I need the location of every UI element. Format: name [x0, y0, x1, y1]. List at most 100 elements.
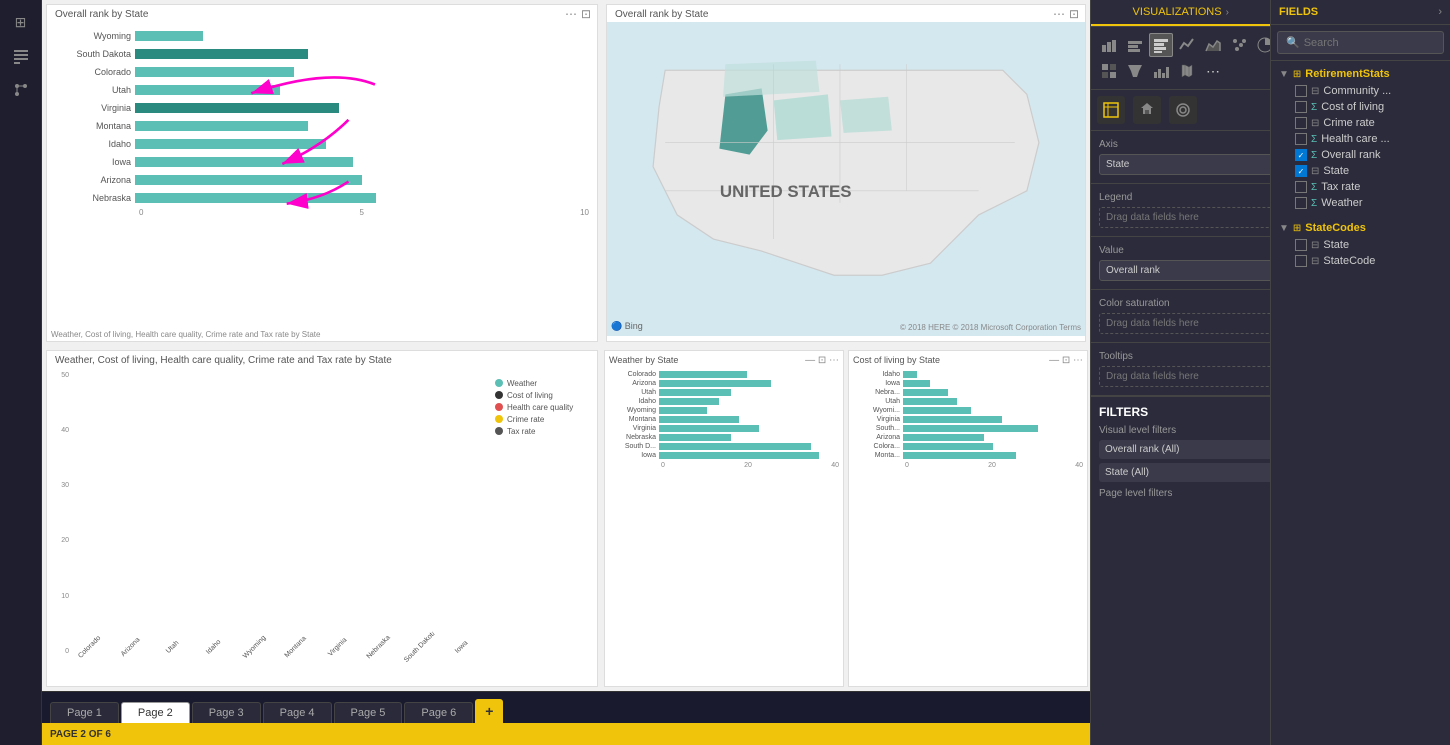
field-checkbox[interactable] — [1295, 255, 1307, 267]
field-checkbox[interactable]: ✓ — [1295, 165, 1307, 177]
cost-bar-label: South... — [853, 425, 903, 432]
fields-search-input[interactable] — [1304, 37, 1446, 49]
page-tab[interactable]: Page 3 — [192, 702, 261, 723]
legend-item: Tax rate — [495, 427, 589, 436]
search-icon: 🔍 — [1286, 36, 1300, 49]
hbar-fill — [135, 103, 339, 113]
viz-scatter[interactable] — [1227, 33, 1251, 57]
hbar-label: Wyoming — [55, 31, 135, 41]
hbar-container — [135, 174, 589, 186]
field-item[interactable]: Σ Tax rate — [1279, 179, 1442, 195]
page-tab[interactable]: Page 2 — [121, 702, 190, 723]
viz-map-filled[interactable] — [1175, 59, 1199, 83]
field-group-header[interactable]: ▼ ⊞ StateCodes — [1279, 219, 1442, 237]
group-table-icon: ⊞ — [1293, 223, 1301, 234]
hbar-row: Montana — [55, 118, 589, 134]
cost-bar-row: Colora... — [853, 443, 1083, 451]
field-checkbox[interactable]: ✓ — [1295, 149, 1307, 161]
data-icon[interactable] — [7, 42, 35, 70]
fields-panel-arrow[interactable]: › — [1438, 6, 1442, 18]
fields-panel: FIELDS › 🔍 ▼ ⊞ RetirementStats ⊟ Communi… — [1270, 0, 1450, 745]
weather-bar-label: Utah — [609, 389, 659, 396]
page-tabs: Page 1Page 2Page 3Page 4Page 5Page 6+ — [42, 691, 1090, 723]
hbar-container — [135, 84, 589, 96]
viz-stacked-bar[interactable] — [1097, 33, 1121, 57]
weather-bar-container — [659, 452, 839, 460]
weather-bar-label: Wyoming — [609, 407, 659, 414]
viz-line[interactable] — [1175, 33, 1199, 57]
weather-chart: Weather by State — ⊡ ⋯ Colorado Arizona … — [604, 350, 844, 688]
group-expand-icon: ▼ — [1279, 69, 1289, 80]
weather-bar-label: Virginia — [609, 425, 659, 432]
viz-format-ctrl[interactable] — [1133, 96, 1161, 124]
horiz-bar-chart: ⋯ ⊡ Overall rank by State Wyoming South … — [46, 4, 598, 342]
field-item[interactable]: Σ Weather — [1279, 195, 1442, 211]
field-item[interactable]: ✓ ⊟ State — [1279, 163, 1442, 179]
viz-fields-ctrl[interactable] — [1097, 96, 1125, 124]
field-checkbox[interactable] — [1295, 181, 1307, 193]
map-chart-expand[interactable]: ⊡ — [1069, 7, 1079, 21]
report-icon[interactable]: ⊞ — [7, 8, 35, 36]
page-tab[interactable]: Page 1 — [50, 702, 119, 723]
field-checkbox[interactable] — [1295, 117, 1307, 129]
hbar-row: Wyoming — [55, 28, 589, 44]
field-label: Community ... — [1323, 85, 1391, 97]
visualizations-tab[interactable]: VISUALIZATIONS › — [1091, 0, 1271, 26]
field-checkbox[interactable] — [1295, 133, 1307, 145]
viz-area[interactable] — [1201, 33, 1225, 57]
field-item[interactable]: Σ Cost of living — [1279, 99, 1442, 115]
field-item[interactable]: ⊟ Community ... — [1279, 83, 1442, 99]
field-type-icon: ⊟ — [1311, 166, 1319, 177]
field-checkbox[interactable] — [1295, 197, 1307, 209]
field-type-icon: Σ — [1311, 102, 1317, 113]
viz-bar[interactable] — [1123, 33, 1147, 57]
field-group-header[interactable]: ▼ ⊞ RetirementStats — [1279, 65, 1442, 83]
chart-menu-icon[interactable]: ⋯ — [565, 7, 577, 21]
fields-list: ▼ ⊞ RetirementStats ⊟ Community ... Σ Co… — [1271, 61, 1450, 273]
field-type-icon: Σ — [1311, 150, 1317, 161]
fields-search-area: 🔍 — [1271, 25, 1450, 61]
cost-chart-controls[interactable]: — ⊡ ⋯ — [1049, 355, 1083, 366]
weather-bar-container — [659, 398, 839, 406]
weather-bar-row: Idaho — [609, 398, 839, 406]
weather-chart-controls[interactable]: — ⊡ ⋯ — [805, 355, 839, 366]
weather-bar-row: Nebraska — [609, 434, 839, 442]
cost-bar-label: Idaho — [853, 371, 903, 378]
hbar-fill — [135, 49, 308, 59]
page-tab[interactable]: Page 6 — [404, 702, 473, 723]
map-chart-menu[interactable]: ⋯ — [1053, 7, 1065, 21]
field-group-name: RetirementStats — [1305, 68, 1389, 80]
viz-expand-arrow[interactable]: › — [1226, 7, 1229, 18]
cost-chart: Cost of living by State — ⊡ ⋯ Idaho Iowa… — [848, 350, 1088, 688]
field-checkbox[interactable] — [1295, 239, 1307, 251]
legend-label: Tax rate — [507, 427, 535, 436]
field-item[interactable]: ⊟ Crime rate — [1279, 115, 1442, 131]
legend-dot — [495, 391, 503, 399]
page-tab[interactable]: Page 4 — [263, 702, 332, 723]
field-item[interactable]: ⊟ State — [1279, 237, 1442, 253]
group-expand-icon: ▼ — [1279, 223, 1289, 234]
legend-dot — [495, 427, 503, 435]
model-icon[interactable] — [7, 76, 35, 104]
viz-analytics-ctrl[interactable] — [1169, 96, 1197, 124]
field-item[interactable]: ✓ Σ Overall rank — [1279, 147, 1442, 163]
field-checkbox[interactable] — [1295, 101, 1307, 113]
chart-expand-icon[interactable]: ⊡ — [581, 7, 591, 21]
cost-bar-container — [903, 416, 1083, 424]
weather-bar-label: Arizona — [609, 380, 659, 387]
viz-funnel[interactable] — [1123, 59, 1147, 83]
weather-bar-fill — [659, 407, 707, 414]
cost-bar-label: Utah — [853, 398, 903, 405]
weather-bar-container — [659, 389, 839, 397]
viz-waterfall[interactable] — [1149, 59, 1173, 83]
viz-matrix[interactable] — [1097, 59, 1121, 83]
field-item[interactable]: ⊟ StateCode — [1279, 253, 1442, 269]
viz-more[interactable]: ⋯ — [1201, 59, 1225, 83]
viz-horiz-bar[interactable] — [1149, 33, 1173, 57]
add-page-tab[interactable]: + — [475, 699, 503, 723]
page-tab[interactable]: Page 5 — [334, 702, 403, 723]
hbar-row: South Dakota — [55, 46, 589, 62]
field-item[interactable]: Σ Health care ... — [1279, 131, 1442, 147]
hbar-fill — [135, 139, 326, 149]
field-checkbox[interactable] — [1295, 85, 1307, 97]
